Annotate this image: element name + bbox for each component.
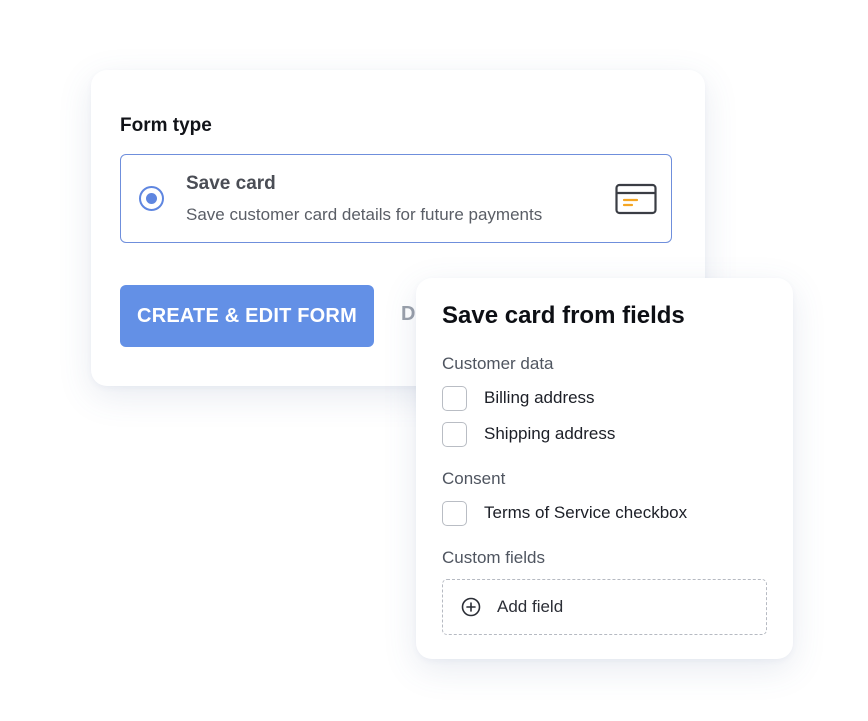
create-edit-form-button[interactable]: CREATE & EDIT FORM <box>120 285 374 347</box>
radio-selected-dot <box>146 193 157 204</box>
save-card-fields-panel: Save card from fields Customer data Bill… <box>416 278 793 659</box>
consent-label: Consent <box>442 469 506 488</box>
add-field-button[interactable]: Add field <box>442 579 767 635</box>
form-type-heading: Form type <box>120 115 212 136</box>
terms-of-service-label: Terms of Service checkbox <box>484 503 688 522</box>
stage: Form type Save card Save customer card d… <box>0 0 868 721</box>
shipping-address-checkbox[interactable] <box>442 421 467 447</box>
terms-of-service-checkbox[interactable] <box>442 500 467 526</box>
terms-of-service-row[interactable]: Terms of Service checkbox <box>442 500 687 526</box>
shipping-address-row[interactable]: Shipping address <box>442 421 615 447</box>
billing-address-row[interactable]: Billing address <box>442 385 595 411</box>
save-card-radio[interactable] <box>139 186 164 211</box>
customer-data-label: Customer data <box>442 354 554 373</box>
option-description: Save customer card details for future pa… <box>186 205 543 224</box>
billing-address-label: Billing address <box>484 388 595 407</box>
credit-card-icon <box>615 183 657 215</box>
plus-circle-icon <box>461 597 481 617</box>
save-card-option[interactable]: Save card Save customer card details for… <box>120 154 672 243</box>
billing-address-checkbox[interactable] <box>442 385 467 411</box>
add-field-label: Add field <box>497 597 564 616</box>
option-title: Save card <box>186 173 276 194</box>
shipping-address-label: Shipping address <box>484 424 616 443</box>
panel-title: Save card from fields <box>442 302 685 329</box>
custom-fields-label: Custom fields <box>442 548 545 567</box>
secondary-button[interactable]: D <box>401 303 415 326</box>
